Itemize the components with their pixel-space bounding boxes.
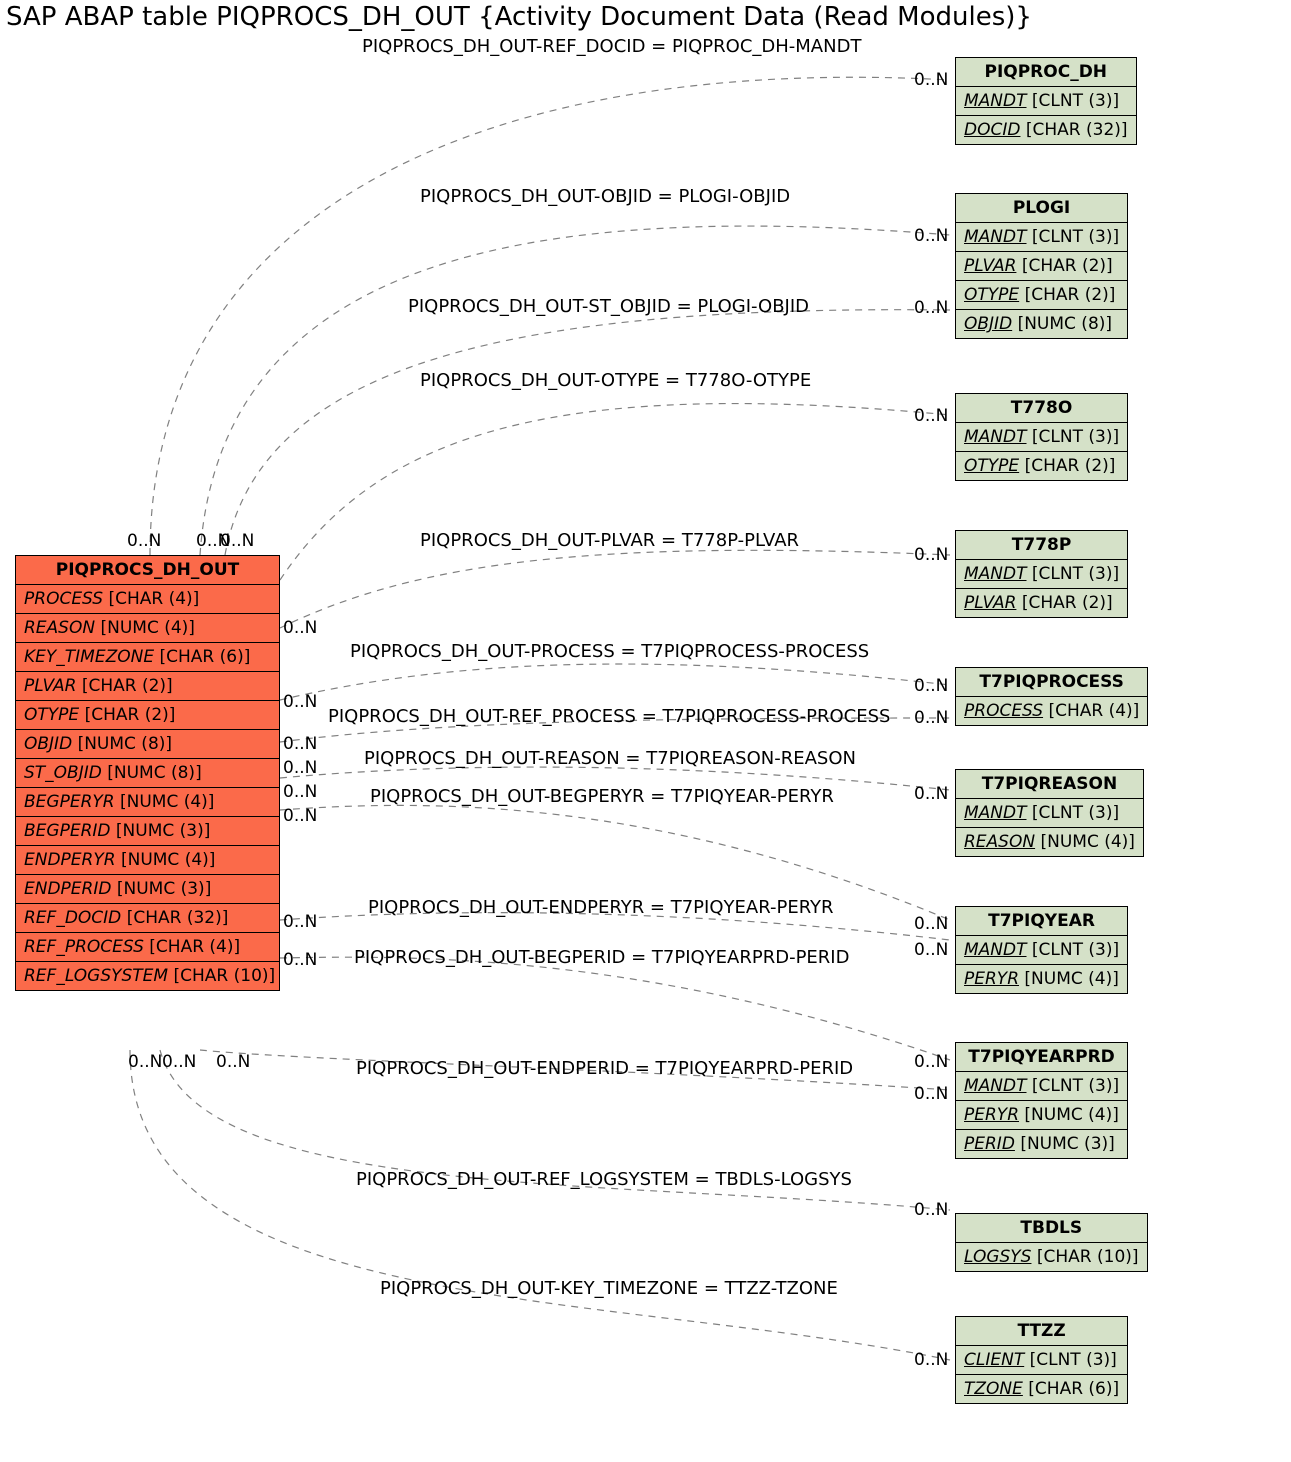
field-row: CLIENT [CLNT (3)] [956, 1346, 1127, 1375]
cardinality: 0..N [283, 912, 317, 932]
diagram-title: SAP ABAP table PIQPROCS_DH_OUT {Activity… [6, 2, 1032, 32]
cardinality: 0..N [914, 406, 948, 426]
field-row: OTYPE [CHAR (2)] [16, 701, 279, 730]
cardinality: 0..N [914, 298, 948, 318]
field-row: REASON [NUMC (4)] [956, 828, 1143, 856]
entity-t7piqyear: T7PIQYEAR MANDT [CLNT (3)] PERYR [NUMC (… [955, 906, 1128, 994]
edge-label: PIQPROCS_DH_OUT-ENDPERID = T7PIQYEARPRD-… [356, 1058, 853, 1079]
field-row: REF_DOCID [CHAR (32)] [16, 904, 279, 933]
field-row: REASON [NUMC (4)] [16, 614, 279, 643]
edge-label: PIQPROCS_DH_OUT-PROCESS = T7PIQPROCESS-P… [350, 641, 869, 662]
cardinality: 0..N [914, 784, 948, 804]
field-row: LOGSYS [CHAR (10)] [956, 1243, 1147, 1271]
entity-t7piqreason: T7PIQREASON MANDT [CLNT (3)] REASON [NUM… [955, 769, 1144, 857]
cardinality: 0..N [914, 545, 948, 565]
edge-label: PIQPROCS_DH_OUT-OTYPE = T778O-OTYPE [420, 370, 811, 391]
field-row: REF_LOGSYSTEM [CHAR (10)] [16, 962, 279, 990]
entity-header: T7PIQPROCESS [956, 668, 1147, 697]
edge-label: PIQPROCS_DH_OUT-BEGPERYR = T7PIQYEAR-PER… [370, 786, 834, 807]
cardinality: 0..N [283, 618, 317, 638]
cardinality: 0..N [283, 692, 317, 712]
edge-label: PIQPROCS_DH_OUT-REASON = T7PIQREASON-REA… [364, 748, 856, 769]
cardinality: 0..N [914, 1052, 948, 1072]
field-row: PLVAR [CHAR (2)] [956, 252, 1127, 281]
entity-header: TTZZ [956, 1317, 1127, 1346]
entity-header: PIQPROC_DH [956, 58, 1136, 87]
edge-label: PIQPROCS_DH_OUT-ENDPERYR = T7PIQYEAR-PER… [368, 897, 834, 918]
entity-piqproc-dh: PIQPROC_DH MANDT [CLNT (3)] DOCID [CHAR … [955, 57, 1137, 145]
entity-header: T7PIQYEAR [956, 907, 1127, 936]
entity-header: PLOGI [956, 194, 1127, 223]
entity-t778o: T778O MANDT [CLNT (3)] OTYPE [CHAR (2)] [955, 393, 1128, 481]
field-row: MANDT [CLNT (3)] [956, 223, 1127, 252]
entity-header: T778P [956, 531, 1127, 560]
cardinality: 0..N [914, 1084, 948, 1104]
field-row: BEGPERYR [NUMC (4)] [16, 788, 279, 817]
cardinality: 0..N [283, 734, 317, 754]
cardinality: 0..N [914, 70, 948, 90]
cardinality: 0..N [128, 1052, 162, 1072]
entity-header: TBDLS [956, 1214, 1147, 1243]
entity-plogi: PLOGI MANDT [CLNT (3)] PLVAR [CHAR (2)] … [955, 193, 1128, 339]
field-row: ENDPERYR [NUMC (4)] [16, 846, 279, 875]
cardinality: 0..N [162, 1052, 196, 1072]
field-row: ST_OBJID [NUMC (8)] [16, 759, 279, 788]
entity-t778p: T778P MANDT [CLNT (3)] PLVAR [CHAR (2)] [955, 530, 1128, 618]
edge-label: PIQPROCS_DH_OUT-KEY_TIMEZONE = TTZZ-TZON… [380, 1278, 838, 1299]
field-row: OTYPE [CHAR (2)] [956, 452, 1127, 480]
cardinality: 0..N [283, 950, 317, 970]
edge-label: PIQPROCS_DH_OUT-ST_OBJID = PLOGI-OBJID [408, 296, 809, 317]
field-row: TZONE [CHAR (6)] [956, 1375, 1127, 1403]
cardinality: 0..N [283, 782, 317, 802]
cardinality: 0..N [914, 914, 948, 934]
field-row: PERYR [NUMC (4)] [956, 1101, 1127, 1130]
cardinality: 0..N [914, 226, 948, 246]
field-row: PERID [NUMC (3)] [956, 1130, 1127, 1158]
edge-label: PIQPROCS_DH_OUT-BEGPERID = T7PIQYEARPRD-… [354, 947, 849, 968]
entity-header: T7PIQYEARPRD [956, 1043, 1127, 1072]
field-row: MANDT [CLNT (3)] [956, 423, 1127, 452]
cardinality: 0..N [914, 940, 948, 960]
field-row: MANDT [CLNT (3)] [956, 936, 1127, 965]
field-row: PROCESS [CHAR (4)] [16, 585, 279, 614]
field-row: PERYR [NUMC (4)] [956, 965, 1127, 993]
edge-label: PIQPROCS_DH_OUT-REF_DOCID = PIQPROC_DH-M… [362, 36, 861, 57]
field-row: DOCID [CHAR (32)] [956, 116, 1136, 144]
field-row: KEY_TIMEZONE [CHAR (6)] [16, 643, 279, 672]
entity-tbdls: TBDLS LOGSYS [CHAR (10)] [955, 1213, 1148, 1272]
entity-piqprocs-dh-out: PIQPROCS_DH_OUT PROCESS [CHAR (4)] REASO… [15, 555, 280, 991]
entity-t7piqyearprd: T7PIQYEARPRD MANDT [CLNT (3)] PERYR [NUM… [955, 1042, 1128, 1159]
field-row: OTYPE [CHAR (2)] [956, 281, 1127, 310]
cardinality: 0..N [220, 531, 254, 551]
field-row: PLVAR [CHAR (2)] [16, 672, 279, 701]
field-row: ENDPERID [NUMC (3)] [16, 875, 279, 904]
field-row: OBJID [NUMC (8)] [956, 310, 1127, 338]
cardinality: 0..N [127, 531, 161, 551]
field-row: MANDT [CLNT (3)] [956, 1072, 1127, 1101]
edge-label: PIQPROCS_DH_OUT-REF_LOGSYSTEM = TBDLS-LO… [356, 1169, 852, 1190]
edge-label: PIQPROCS_DH_OUT-OBJID = PLOGI-OBJID [420, 186, 790, 207]
cardinality: 0..N [216, 1052, 250, 1072]
cardinality: 0..N [283, 758, 317, 778]
field-row: PLVAR [CHAR (2)] [956, 589, 1127, 617]
field-row: MANDT [CLNT (3)] [956, 560, 1127, 589]
cardinality: 0..N [914, 1200, 948, 1220]
entity-header: T7PIQREASON [956, 770, 1143, 799]
field-row: MANDT [CLNT (3)] [956, 799, 1143, 828]
edge-label: PIQPROCS_DH_OUT-PLVAR = T778P-PLVAR [420, 530, 799, 551]
entity-t7piqprocess: T7PIQPROCESS PROCESS [CHAR (4)] [955, 667, 1148, 726]
field-row: REF_PROCESS [CHAR (4)] [16, 933, 279, 962]
cardinality: 0..N [914, 708, 948, 728]
entity-header: PIQPROCS_DH_OUT [16, 556, 279, 585]
field-row: PROCESS [CHAR (4)] [956, 697, 1147, 725]
entity-ttzz: TTZZ CLIENT [CLNT (3)] TZONE [CHAR (6)] [955, 1316, 1128, 1404]
field-row: BEGPERID [NUMC (3)] [16, 817, 279, 846]
field-row: MANDT [CLNT (3)] [956, 87, 1136, 116]
cardinality: 0..N [914, 1350, 948, 1370]
field-row: OBJID [NUMC (8)] [16, 730, 279, 759]
cardinality: 0..N [283, 806, 317, 826]
entity-header: T778O [956, 394, 1127, 423]
cardinality: 0..N [914, 676, 948, 696]
edge-label: PIQPROCS_DH_OUT-REF_PROCESS = T7PIQPROCE… [328, 706, 890, 727]
